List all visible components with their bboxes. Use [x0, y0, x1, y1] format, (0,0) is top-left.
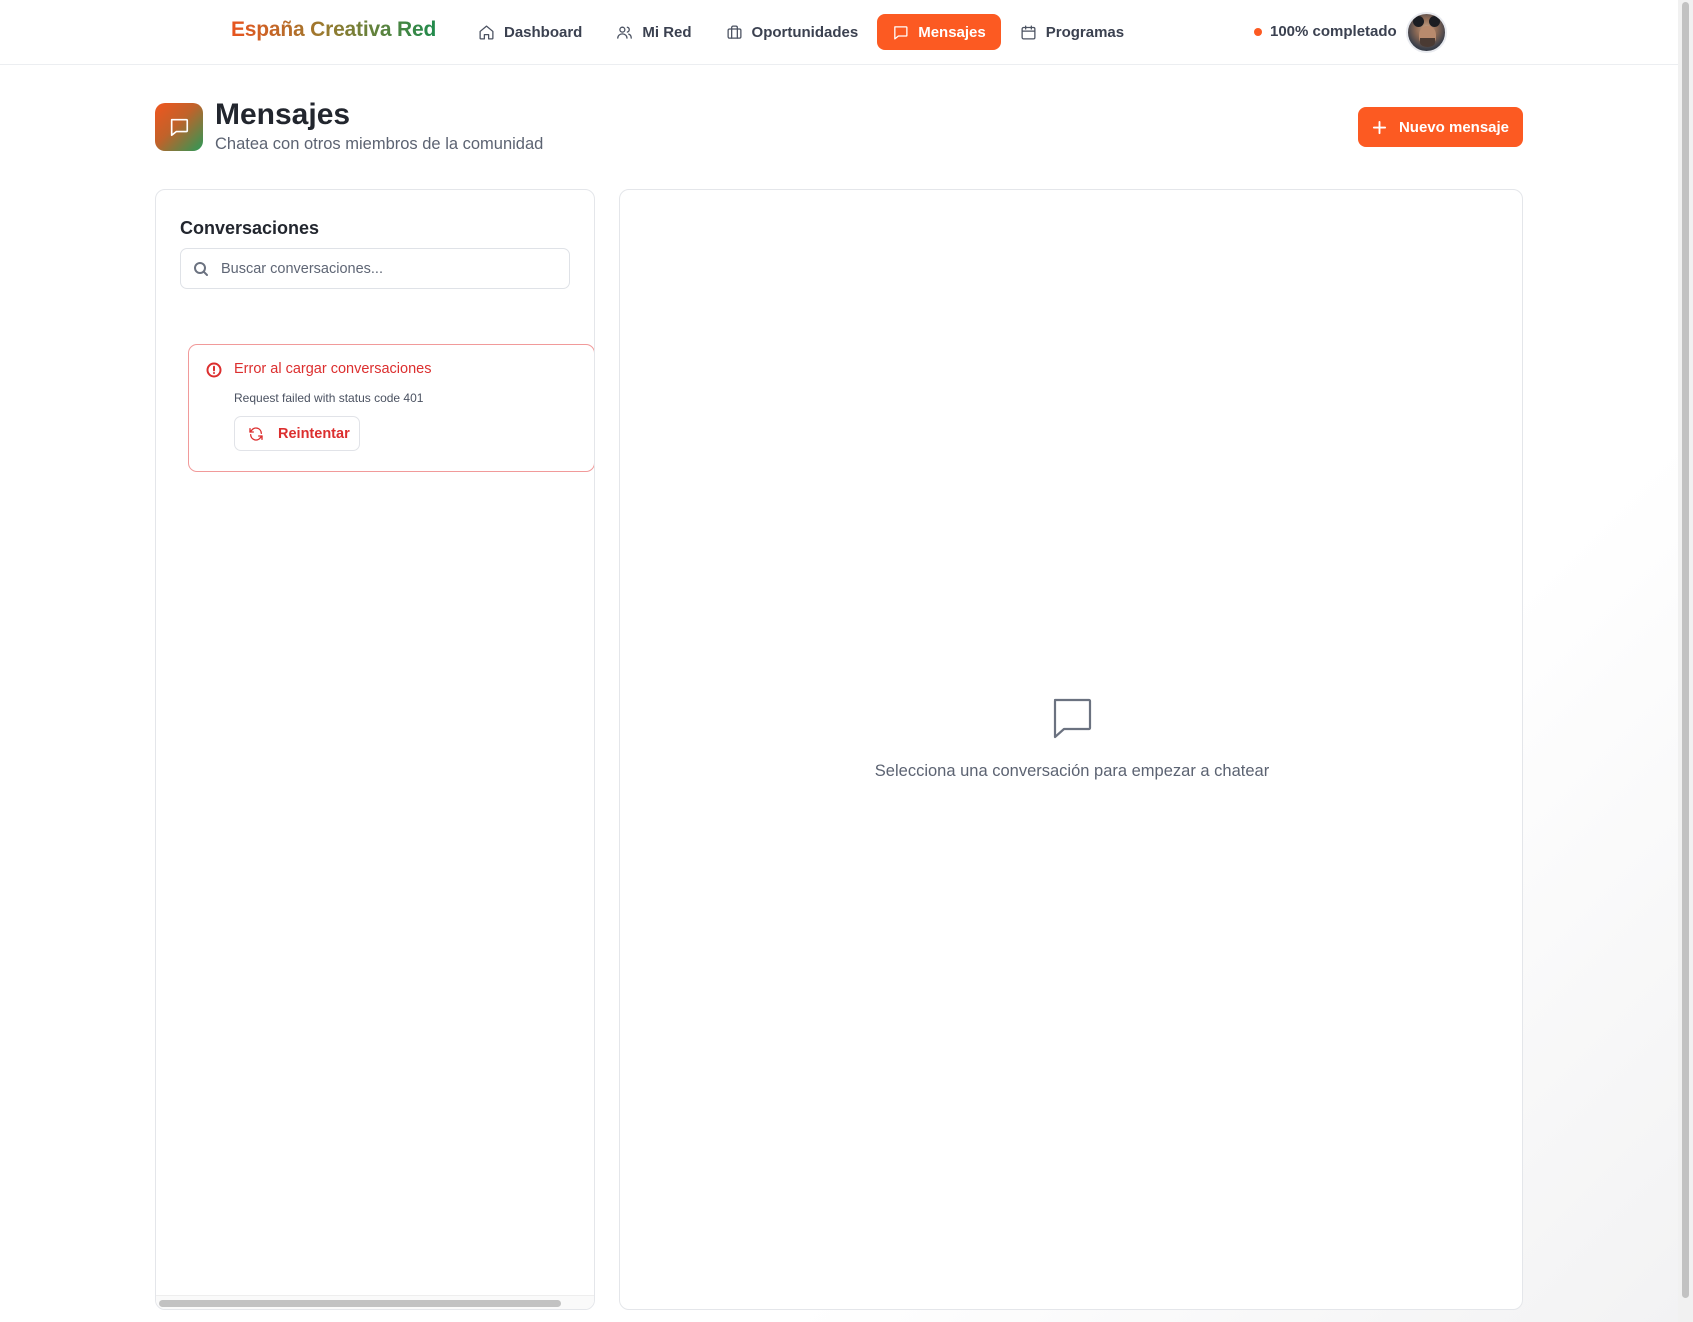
- home-icon: [479, 24, 494, 40]
- page-subtitle: Chatea con otros miembros de la comunida…: [215, 135, 544, 153]
- page-scrollbar-thumb[interactable]: [1682, 2, 1689, 1298]
- empty-chat-icon: [1050, 696, 1094, 740]
- conversations-panel: Conversaciones Error al cargar conversac…: [155, 189, 595, 1310]
- error-title: Error al cargar conversaciones: [234, 361, 432, 377]
- avatar-ear-left: [1413, 16, 1424, 27]
- new-message-button[interactable]: Nuevo mensaje: [1358, 107, 1523, 147]
- retry-button[interactable]: Reintentar: [234, 416, 360, 451]
- search-icon: [194, 262, 208, 276]
- nav-item-label: Mi Red: [642, 23, 692, 41]
- page-scrollbar[interactable]: [1678, 0, 1693, 1322]
- empty-chat-message: Selecciona una conversación para empezar…: [874, 762, 1270, 780]
- nav-item-label: Mensajes: [918, 23, 986, 41]
- nav-item-label: Dashboard: [504, 23, 583, 41]
- message-icon: [1053, 698, 1092, 739]
- briefcase-icon: [727, 24, 742, 39]
- nav-item-dashboard[interactable]: Dashboard: [463, 14, 597, 50]
- status-dot-icon: [1254, 27, 1262, 36]
- profile-completion-label: 100% completado: [1270, 23, 1397, 40]
- conversation-search-input[interactable]: [221, 260, 551, 277]
- profile-completion-status[interactable]: 100% completado: [1254, 23, 1397, 40]
- alert-circle-icon: [206, 362, 222, 378]
- chat-panel: Selecciona una conversación para empezar…: [619, 189, 1523, 1310]
- nav-item-label: Programas: [1045, 23, 1125, 41]
- message-icon: [894, 25, 908, 40]
- nav-item-programas[interactable]: Programas: [1005, 14, 1139, 50]
- conversations-horizontal-scrollbar[interactable]: [156, 1295, 594, 1309]
- users-icon: [617, 26, 633, 39]
- page-title: Mensajes: [215, 98, 351, 131]
- user-avatar[interactable]: [1406, 12, 1447, 53]
- conversations-title: Conversaciones: [180, 218, 320, 238]
- avatar-beard: [1420, 38, 1435, 47]
- retry-label: Reintentar: [278, 425, 350, 442]
- nav-item-mi-red[interactable]: Mi Red: [601, 14, 706, 50]
- brand-logo[interactable]: España Creativa Red: [231, 18, 436, 42]
- plus-icon: [1372, 120, 1387, 134]
- calendar-icon: [1021, 24, 1036, 40]
- error-detail: Request failed with status code 401: [234, 391, 424, 405]
- message-icon: [170, 118, 189, 137]
- conversation-search[interactable]: [180, 248, 570, 289]
- nav-item-oportunidades[interactable]: Oportunidades: [711, 14, 874, 50]
- main-nav: Dashboard Mi Red Oportunidades Mensajes …: [463, 14, 1139, 50]
- refresh-icon: [249, 426, 263, 441]
- error-alert: Error al cargar conversaciones Request f…: [188, 344, 594, 472]
- page-header-icon: [155, 103, 203, 151]
- avatar-ear-right: [1429, 16, 1440, 27]
- nav-item-label: Oportunidades: [751, 23, 859, 41]
- nav-item-mensajes[interactable]: Mensajes: [877, 14, 1001, 50]
- top-navbar: España Creativa Red Dashboard Mi Red Opo…: [0, 0, 1678, 65]
- horizontal-scrollbar-thumb[interactable]: [159, 1300, 561, 1307]
- new-message-label: Nuevo mensaje: [1398, 118, 1510, 136]
